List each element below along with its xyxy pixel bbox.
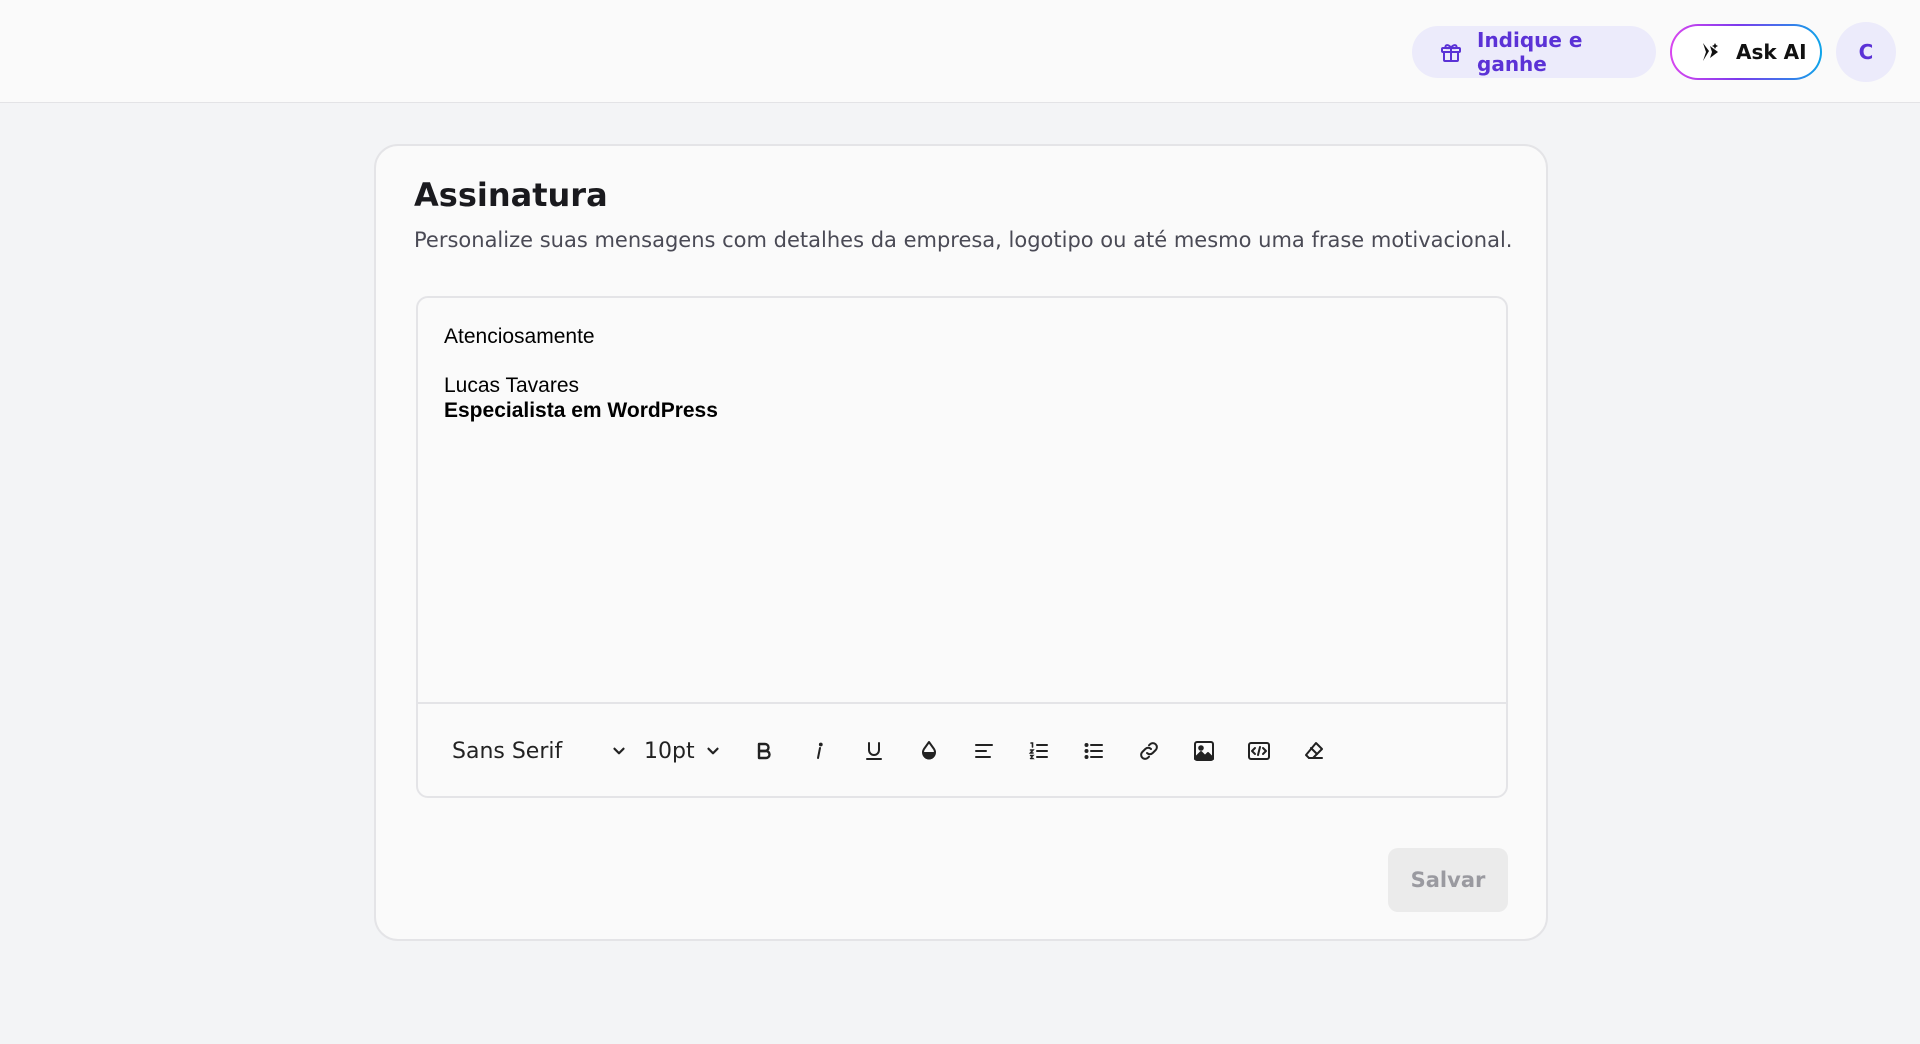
align-button[interactable] [956, 729, 1011, 773]
editor-toolbar: Sans Serif 10pt [418, 702, 1506, 796]
chevron-down-icon [610, 742, 628, 760]
bullet-list-button[interactable] [1066, 729, 1121, 773]
signature-line-role: Especialista em WordPress [444, 399, 718, 422]
ask-ai-label: Ask AI [1736, 40, 1807, 64]
code-button[interactable] [1231, 729, 1286, 773]
bold-button[interactable] [736, 729, 791, 773]
bold-icon [757, 742, 771, 760]
font-family-value: Sans Serif [452, 738, 563, 764]
font-family-select[interactable]: Sans Serif [452, 739, 628, 764]
save-button[interactable]: Salvar [1388, 848, 1508, 912]
image-icon [1193, 741, 1214, 761]
text-color-button[interactable] [901, 729, 956, 773]
code-icon [1247, 742, 1270, 760]
signature-card: Assinatura Personalize suas mensagens co… [374, 144, 1548, 941]
droplet-icon [921, 741, 936, 760]
page-description: Personalize suas mensagens com detalhes … [414, 228, 1513, 252]
link-button[interactable] [1121, 729, 1176, 773]
referral-button[interactable]: Indique e ganhe [1412, 26, 1656, 78]
eraser-icon [1304, 742, 1323, 759]
align-left-icon [974, 744, 993, 758]
chevron-down-icon [704, 742, 722, 760]
ask-ai-button[interactable]: Ask AI [1670, 24, 1822, 80]
signature-line-name: Lucas Tavares [444, 374, 580, 397]
ordered-list-icon [1028, 742, 1048, 760]
referral-label: Indique e ganhe [1477, 28, 1583, 76]
ordered-list-button[interactable] [1011, 729, 1066, 773]
page-title: Assinatura [414, 176, 608, 214]
bullet-list-icon [1084, 743, 1103, 759]
italic-icon [816, 742, 823, 759]
signature-editor: Atenciosamente Lucas Tavares Especialist… [416, 296, 1508, 798]
signature-line-closing: Atenciosamente [444, 325, 595, 348]
avatar[interactable]: C [1836, 22, 1896, 82]
image-button[interactable] [1176, 729, 1231, 773]
editor-content-area[interactable]: Atenciosamente Lucas Tavares Especialist… [418, 298, 1506, 702]
gift-icon [1439, 40, 1463, 64]
font-size-value: 10pt [644, 738, 695, 764]
underline-button[interactable] [846, 729, 901, 773]
font-size-select[interactable]: 10pt [644, 739, 722, 764]
underline-icon [865, 742, 882, 760]
italic-button[interactable] [791, 729, 846, 773]
link-icon [1139, 742, 1158, 760]
sparkle-icon [1698, 40, 1722, 64]
clear-format-button[interactable] [1286, 729, 1341, 773]
avatar-initial: C [1858, 40, 1874, 64]
top-bar: Indique e ganhe Ask AI C [0, 0, 1920, 103]
